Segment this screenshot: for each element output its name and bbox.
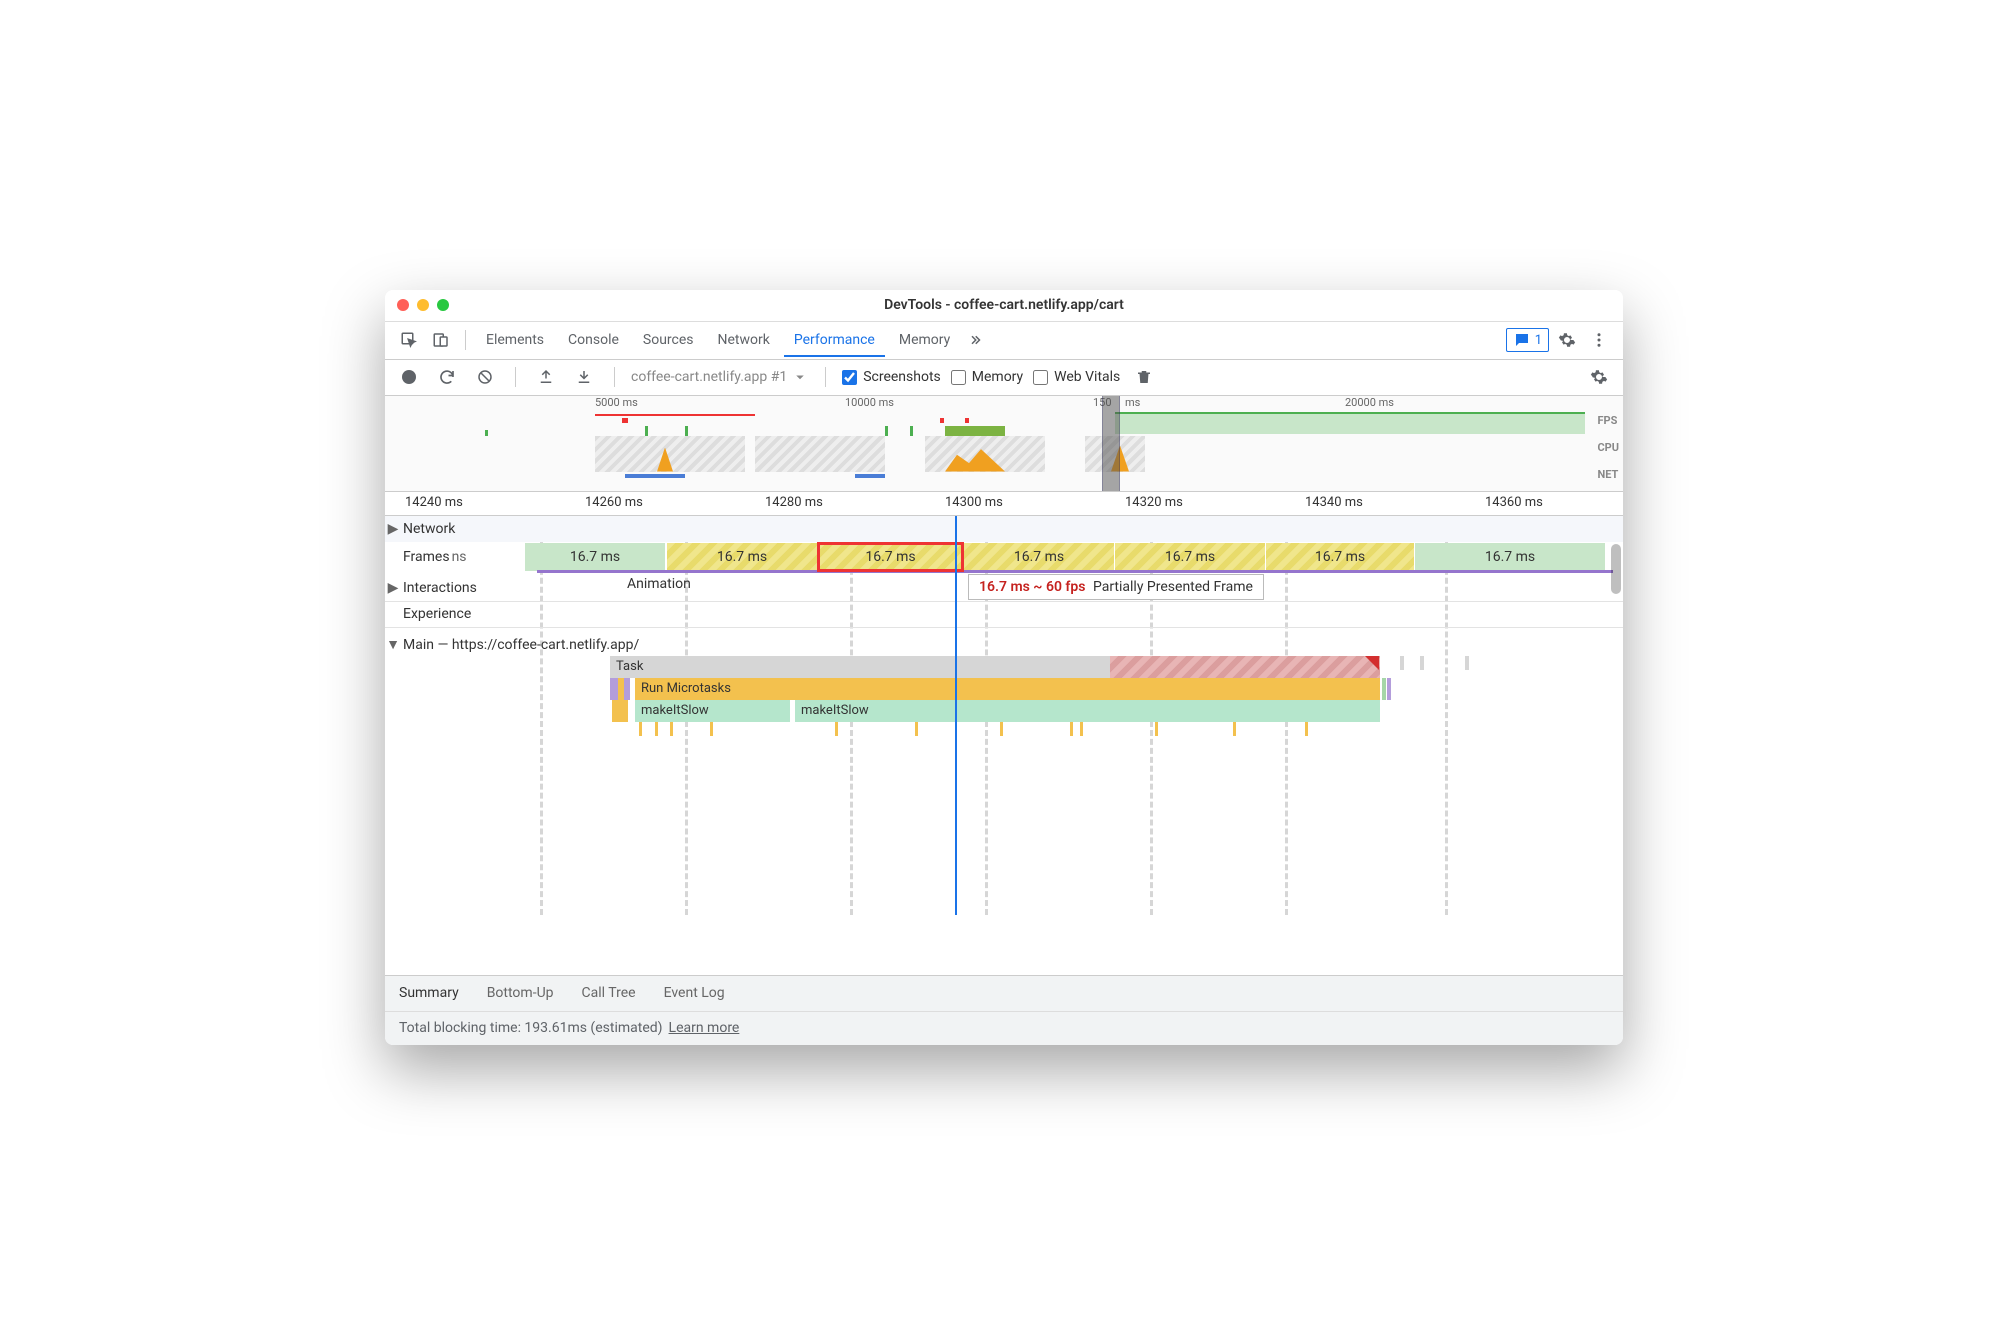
frame-block-selected[interactable]: 16.7 ms bbox=[818, 543, 963, 571]
flame-event[interactable] bbox=[624, 678, 630, 700]
flame-task-long[interactable] bbox=[1110, 656, 1380, 678]
maximize-window-button[interactable] bbox=[437, 299, 449, 311]
tracks-area[interactable]: ▶ Network Frames ns 16.7 ms 16.7 ms 16.7… bbox=[385, 516, 1623, 975]
flame-fn[interactable]: makeItSlow bbox=[795, 700, 1380, 722]
playhead[interactable] bbox=[955, 516, 957, 915]
experience-track-header[interactable]: Experience bbox=[385, 602, 1623, 628]
traffic-lights bbox=[397, 299, 449, 311]
tab-eventlog[interactable]: Event Log bbox=[664, 985, 725, 1001]
issues-badge[interactable]: 1 bbox=[1506, 328, 1549, 352]
flame-tiny[interactable] bbox=[1420, 656, 1424, 670]
scrollbar-thumb[interactable] bbox=[1611, 544, 1621, 594]
clear-button[interactable] bbox=[471, 363, 499, 391]
message-icon bbox=[1513, 331, 1531, 349]
save-profile-icon[interactable] bbox=[570, 363, 598, 391]
kebab-menu-icon[interactable] bbox=[1585, 326, 1613, 354]
separator bbox=[825, 367, 826, 387]
frame-block[interactable]: 16.7 ms bbox=[525, 543, 665, 571]
recording-dropdown[interactable]: coffee-cart.netlify.app #1 bbox=[631, 368, 809, 386]
frame-block[interactable]: 16.7 ms bbox=[1115, 543, 1265, 571]
main-track-header[interactable]: ▼ Main — https://coffee-cart.netlify.app… bbox=[385, 632, 1623, 658]
frame-block[interactable]: 16.7 ms bbox=[1415, 543, 1605, 571]
flame-small-events bbox=[385, 722, 1613, 762]
flame-event[interactable] bbox=[610, 678, 618, 700]
device-toggle-icon[interactable] bbox=[427, 326, 455, 354]
flame-task[interactable]: Task bbox=[610, 656, 1110, 678]
overview-pane[interactable]: 5000 ms 10000 ms 150 ms 20000 ms bbox=[385, 396, 1623, 492]
learn-more-link[interactable]: Learn more bbox=[669, 1020, 740, 1036]
inspect-icon[interactable] bbox=[395, 326, 423, 354]
perf-toolbar: coffee-cart.netlify.app #1 Screenshots M… bbox=[385, 360, 1623, 396]
issues-count: 1 bbox=[1535, 333, 1542, 348]
tbt-label: Total blocking time: 193.61ms (estimated… bbox=[399, 1020, 663, 1036]
recording-name: coffee-cart.netlify.app #1 bbox=[631, 369, 787, 385]
overview-cpu bbox=[385, 436, 1593, 472]
flame-chart[interactable]: Task Run Microtasks makeItSlow makeItSlo… bbox=[385, 656, 1613, 916]
tab-summary[interactable]: Summary bbox=[399, 985, 459, 1001]
separator bbox=[465, 330, 466, 350]
long-task-marker-icon bbox=[1365, 656, 1379, 670]
load-profile-icon[interactable] bbox=[532, 363, 560, 391]
chevron-down-icon bbox=[791, 368, 809, 386]
record-button[interactable] bbox=[395, 363, 423, 391]
footer: Total blocking time: 193.61ms (estimated… bbox=[385, 1011, 1623, 1045]
tab-console[interactable]: Console bbox=[558, 324, 629, 356]
collapse-caret-icon[interactable]: ▼ bbox=[385, 636, 401, 653]
memory-checkbox[interactable]: Memory bbox=[951, 369, 1023, 385]
flame-microtasks[interactable]: Run Microtasks bbox=[635, 678, 1380, 700]
minimize-window-button[interactable] bbox=[417, 299, 429, 311]
reload-record-button[interactable] bbox=[433, 363, 461, 391]
overview-net bbox=[385, 472, 1593, 486]
animation-label[interactable]: Animation bbox=[627, 576, 691, 592]
settings-icon[interactable] bbox=[1553, 326, 1581, 354]
capture-settings-icon[interactable] bbox=[1585, 363, 1613, 391]
flame-fn[interactable]: makeItSlow bbox=[635, 700, 790, 722]
overview-fps bbox=[385, 410, 1593, 436]
tab-calltree[interactable]: Call Tree bbox=[582, 985, 636, 1001]
bottom-tabbar: Summary Bottom-Up Call Tree Event Log bbox=[385, 975, 1623, 1011]
flame-tiny[interactable] bbox=[1465, 656, 1469, 670]
window-title: DevTools - coffee-cart.netlify.app/cart bbox=[884, 297, 1124, 313]
tab-memory[interactable]: Memory bbox=[889, 324, 960, 356]
more-tabs-icon[interactable] bbox=[964, 326, 992, 354]
timeline-ruler[interactable]: 14240 ms 14260 ms 14280 ms 14300 ms 1432… bbox=[385, 492, 1623, 516]
overview-ticks: 5000 ms 10000 ms 150 ms 20000 ms bbox=[385, 396, 1593, 410]
titlebar: DevTools - coffee-cart.netlify.app/cart bbox=[385, 290, 1623, 322]
overview-labels: FPS CPU NET bbox=[1597, 414, 1619, 481]
screenshots-checkbox[interactable]: Screenshots bbox=[842, 369, 941, 385]
overview-selection[interactable] bbox=[1102, 396, 1120, 491]
tab-network[interactable]: Network bbox=[708, 324, 780, 356]
flame-event[interactable] bbox=[612, 700, 628, 722]
webvitals-checkbox[interactable]: Web Vitals bbox=[1033, 369, 1120, 385]
flame-event[interactable] bbox=[1382, 678, 1386, 700]
network-track-header[interactable]: ▶ Network bbox=[385, 516, 1623, 542]
flame-event[interactable] bbox=[1387, 678, 1391, 700]
flame-tiny[interactable] bbox=[1400, 656, 1404, 670]
trash-icon[interactable] bbox=[1130, 363, 1158, 391]
frame-block[interactable]: 16.7 ms bbox=[1266, 543, 1414, 571]
tab-performance[interactable]: Performance bbox=[784, 324, 885, 356]
tab-bottomup[interactable]: Bottom-Up bbox=[487, 985, 554, 1001]
close-window-button[interactable] bbox=[397, 299, 409, 311]
frames-track: 16.7 ms 16.7 ms 16.7 ms 16.7 ms 16.7 ms … bbox=[515, 542, 1613, 572]
separator bbox=[515, 367, 516, 387]
devtools-window: DevTools - coffee-cart.netlify.app/cart … bbox=[385, 290, 1623, 1045]
frame-block[interactable]: 16.7 ms bbox=[964, 543, 1114, 571]
panel-tabs: Elements Console Sources Network Perform… bbox=[385, 322, 1623, 360]
separator bbox=[614, 367, 615, 387]
tab-sources[interactable]: Sources bbox=[633, 324, 704, 356]
expand-caret-icon[interactable]: ▶ bbox=[385, 521, 401, 537]
frames-annotation-bar bbox=[537, 570, 1613, 573]
expand-caret-icon[interactable]: ▶ bbox=[385, 580, 401, 596]
frame-block[interactable]: 16.7 ms bbox=[667, 543, 817, 571]
tab-elements[interactable]: Elements bbox=[476, 324, 554, 356]
frame-tooltip: 16.7 ms ~ 60 fps Partially Presented Fra… bbox=[968, 574, 1264, 600]
